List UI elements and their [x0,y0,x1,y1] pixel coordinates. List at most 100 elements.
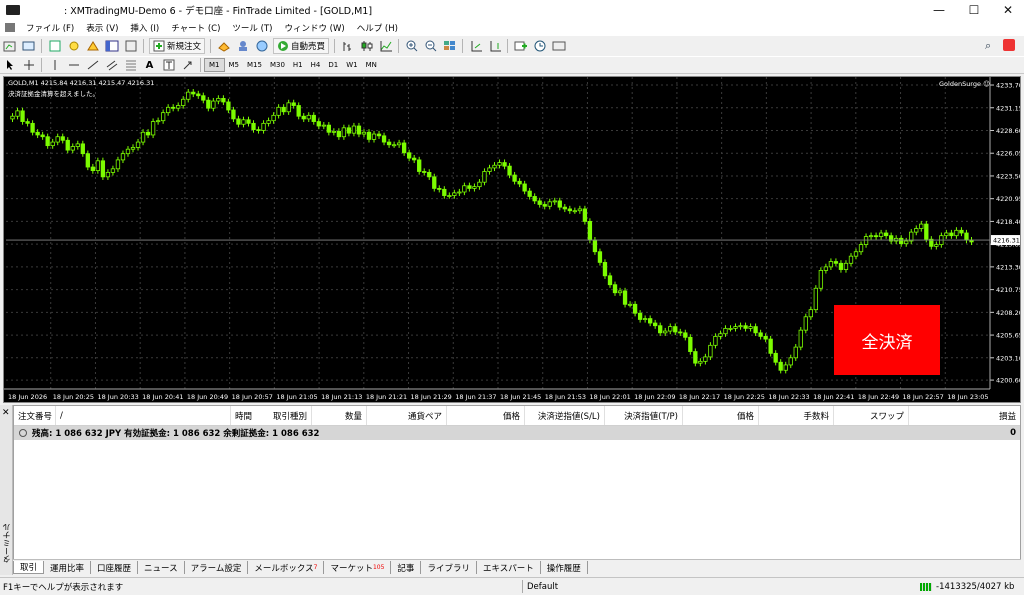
profiles-icon[interactable] [20,39,37,54]
text-label-icon[interactable] [160,58,177,73]
candle-body [371,133,377,140]
new-order-button[interactable]: 新規注文 [149,38,206,54]
autotrade-button[interactable]: 自動売買 [273,38,330,54]
close-window-button[interactable]: ✕ [991,0,1024,20]
status-bar: F1キーでヘルプが表示されます Default -1413325/4027 kb [0,577,1024,595]
tab-journal[interactable]: 操作履歴 [541,561,588,574]
candle-body [959,229,964,234]
tab-news[interactable]: ニュース [138,561,185,574]
timeframe-m30[interactable]: M30 [266,58,289,72]
col-commission[interactable]: 手数料 [759,406,834,425]
col-price[interactable]: 価格 [447,406,525,425]
candle-body [50,141,55,147]
fibonacci-icon[interactable] [122,58,139,73]
terminal-icon[interactable] [103,39,120,54]
line-chart-icon[interactable] [377,39,394,54]
tab-account-history[interactable]: 口座履歴 [91,561,139,574]
strategy-tester-icon[interactable] [122,39,139,54]
timeframe-h4[interactable]: H4 [307,58,325,72]
tab-market[interactable]: マーケット 105 [324,561,392,574]
tab-experts[interactable]: エキスパート [477,561,541,574]
timeframe-mn[interactable]: MN [362,58,381,72]
close-icon[interactable]: ✕ [2,408,10,418]
navigator-icon[interactable] [65,39,82,54]
x-tick-label: 18 Jun 20:41 [142,393,183,401]
menu-chart[interactable]: チャート (C) [165,22,226,34]
candle-body [572,210,578,213]
candle-body [356,125,362,135]
metaeditor-icon[interactable] [215,39,232,54]
close-all-button[interactable]: 全決済 [834,305,940,375]
col-sl[interactable]: 決済逆指値(S/L) [525,406,605,425]
minimize-button[interactable]: — [922,0,956,20]
notifications-icon[interactable] [1003,39,1015,51]
horizontal-line-icon[interactable] [65,58,82,73]
vertical-line-icon[interactable] [46,58,63,73]
new-chart-icon[interactable] [1,39,18,54]
col-time[interactable]: 時間 [231,406,252,425]
timeframe-h1[interactable]: H1 [289,58,307,72]
search-icon[interactable]: ⌕ [985,39,991,53]
timeframe-m5[interactable]: M5 [225,58,244,72]
col-profit[interactable]: 損益 [909,406,1020,425]
connection-status[interactable]: -1413325/4027 kb [920,580,1014,593]
tab-articles[interactable]: 記事 [391,561,422,574]
zoom-out-icon[interactable] [422,39,439,54]
arrows-icon[interactable] [179,58,196,73]
menu-file[interactable]: ファイル (F) [20,22,80,34]
menu-tools[interactable]: ツール (T) [226,22,278,34]
tab-alerts[interactable]: アラーム設定 [185,561,249,574]
tab-library[interactable]: ライブラリ [421,561,477,574]
x-tick-label: 18 Jun 23:05 [947,393,988,401]
globe-icon[interactable] [253,39,270,54]
timeframe-d1[interactable]: D1 [324,58,342,72]
templates-icon[interactable] [550,39,567,54]
text-tool-icon[interactable]: A [141,58,158,73]
x-tick-label: 18 Jun 20:25 [53,393,94,401]
tab-mailbox[interactable]: メールボックス 7 [248,561,325,574]
menu-insert[interactable]: 挿入 (I) [124,22,165,34]
price-chart[interactable]: 4233.70 4231.15 4228.60 4226.05 4223.50 4220.… [3,76,1021,403]
zoom-in-icon[interactable] [403,39,420,54]
status-profile[interactable]: Default [522,580,612,593]
maximize-button[interactable]: ☐ [957,0,991,20]
candlestick-icon[interactable] [358,39,375,54]
col-current-price[interactable]: 価格 [683,406,759,425]
chart-shift-icon[interactable] [486,39,503,54]
market-watch-icon[interactable] [46,39,63,54]
col-type[interactable]: 取引種別 [247,406,312,425]
indicators-icon[interactable] [512,39,529,54]
menu-help[interactable]: ヘルプ (H) [351,22,404,34]
timeframe-w1[interactable]: W1 [342,58,361,72]
menu-view[interactable]: 表示 (V) [80,22,124,34]
candle-body [773,352,778,363]
balance-row[interactable]: 残高: 1 086 632 JPY 有効証拠金: 1 086 632 余剰証拠金… [14,426,1020,440]
auto-scroll-icon[interactable] [467,39,484,54]
crosshair-icon[interactable] [20,58,37,73]
users-icon[interactable] [234,39,251,54]
tab-label: 取引 [20,563,38,573]
channel-icon[interactable] [103,58,120,73]
timeframe-m15[interactable]: M15 [243,58,266,72]
col-order[interactable]: 注文番号 [14,406,56,425]
col-volume[interactable]: 数量 [312,406,367,425]
periods-icon[interactable] [531,39,548,54]
timeframe-m1[interactable]: M1 [204,58,225,72]
tab-trade[interactable]: 取引 [13,561,45,574]
toolbar-separator [143,39,144,53]
col-tp[interactable]: 決済指値(T/P) [605,406,683,425]
candle-body [698,360,703,364]
candle-body [196,93,201,97]
x-tick-label: 18 Jun 22:01 [589,393,630,401]
col-swap[interactable]: スワップ [834,406,909,425]
tab-exposure[interactable]: 運用比率 [44,561,92,574]
menu-window[interactable]: ウィンドウ (W) [278,22,350,34]
terminal-side-tab[interactable]: ✕ ターミナル [0,405,13,575]
tile-windows-icon[interactable] [441,39,458,54]
chart-window-icon[interactable] [5,23,15,32]
cursor-icon[interactable] [1,58,18,73]
bar-chart-icon[interactable] [339,39,356,54]
data-window-icon[interactable] [84,39,101,54]
col-symbol[interactable]: 通貨ペア [367,406,447,425]
trendline-icon[interactable] [84,58,101,73]
